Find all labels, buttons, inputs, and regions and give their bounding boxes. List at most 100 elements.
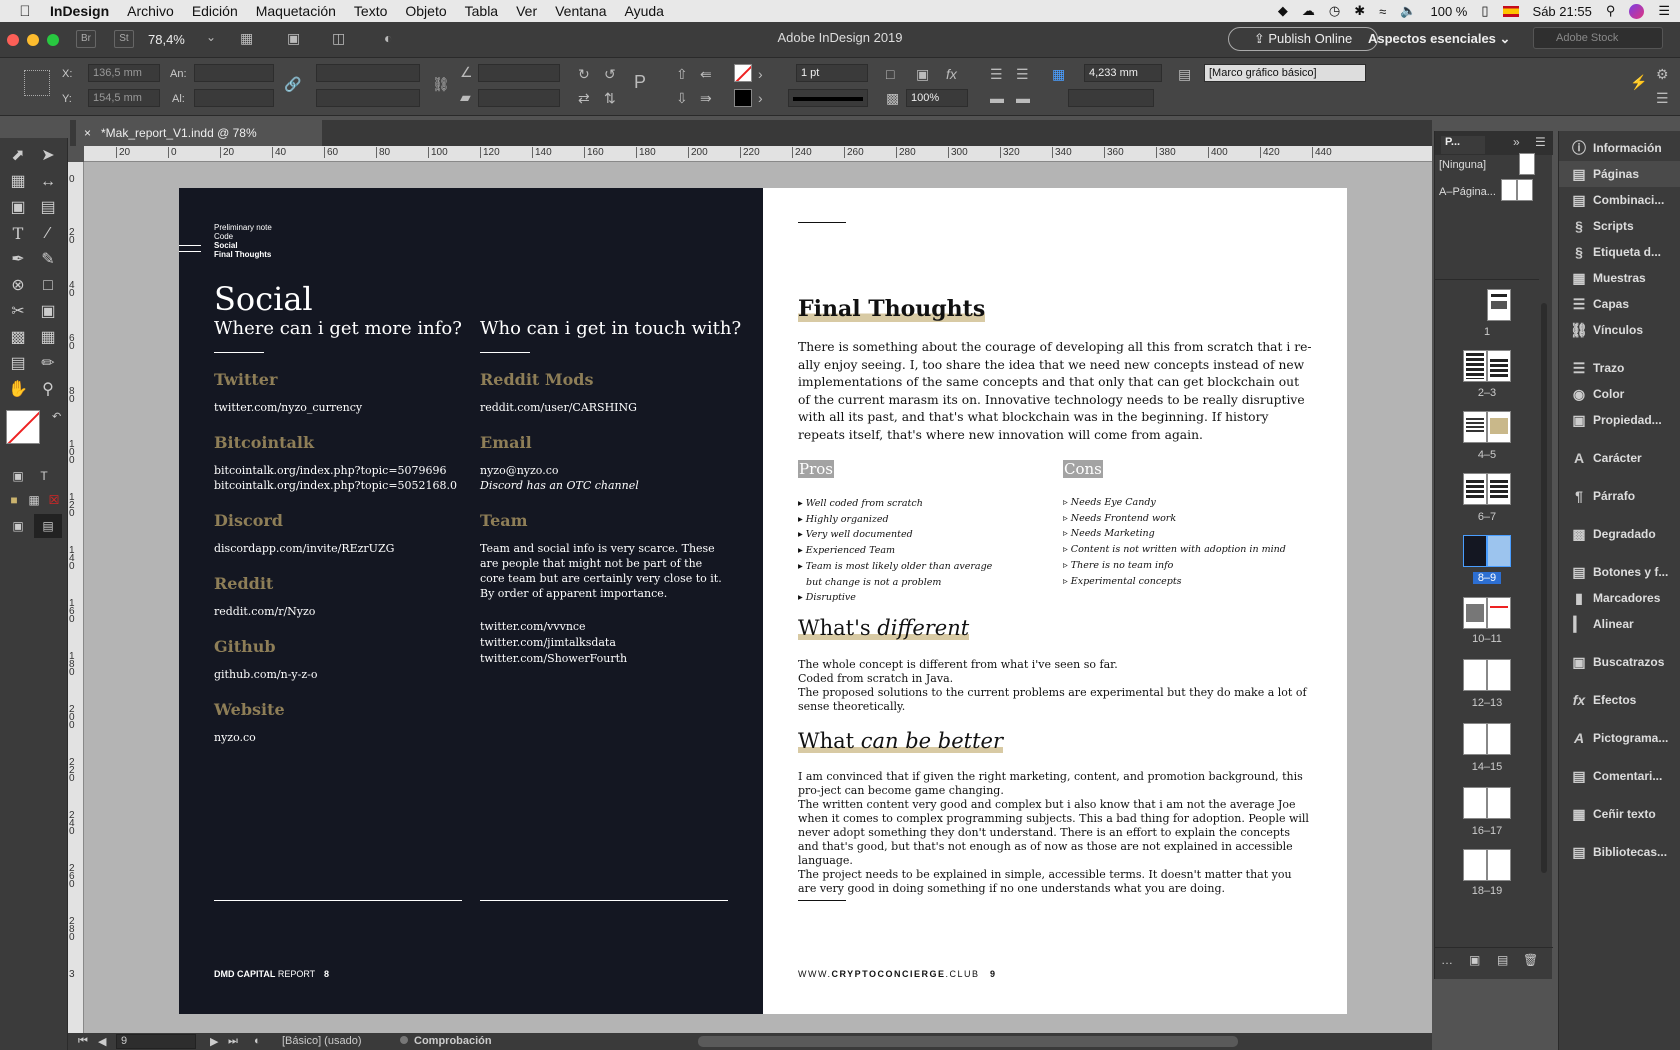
stroke-type-select[interactable] — [788, 89, 868, 107]
close-tab-icon[interactable]: × — [84, 126, 91, 140]
panel-effects[interactable]: fx Efectos — [1559, 687, 1680, 713]
spread-thumb-18-19-left[interactable] — [1463, 849, 1487, 881]
content-placer-icon[interactable]: ▤ — [34, 196, 62, 220]
rotate-cw-icon[interactable]: ↻ — [578, 66, 590, 83]
fill-swatch[interactable] — [734, 64, 752, 82]
panel-scripts[interactable]: § Scripts — [1559, 213, 1680, 239]
screen-mode-icon[interactable]: ▣ — [287, 30, 300, 47]
minimize-window-button[interactable] — [27, 34, 39, 46]
menu-archivo[interactable]: Archivo — [127, 3, 174, 19]
first-page-icon[interactable]: ⏮ — [78, 1035, 88, 1048]
pen-tool-icon[interactable]: ✒ — [4, 248, 32, 272]
zoom-window-button[interactable] — [47, 34, 59, 46]
horizontal-scrollbar[interactable] — [698, 1036, 1238, 1047]
panel-align[interactable]: ▎ Alinear — [1559, 611, 1680, 637]
panel-layers[interactable]: ☰ Capas — [1559, 291, 1680, 317]
previous-page-icon[interactable]: ◀ — [98, 1035, 106, 1048]
panel-comments[interactable]: ▤ Comentari... — [1559, 763, 1680, 789]
spread-thumb-2-3-right[interactable] — [1487, 350, 1511, 382]
note-tool-icon[interactable]: ▤ — [4, 352, 32, 376]
panel-stroke[interactable]: ☰ Trazo — [1559, 355, 1680, 381]
x-position-field[interactable]: 136,5 mm — [88, 64, 160, 82]
clock[interactable]: Sáb 21:55 — [1533, 4, 1592, 19]
spread-thumb-10-11-left[interactable] — [1463, 597, 1487, 629]
rectangle-tool-icon[interactable]: □ — [34, 274, 62, 298]
select-container-icon[interactable]: ⇧ — [676, 66, 688, 83]
page-tool-icon[interactable]: ▦ — [4, 170, 32, 194]
battery-icon[interactable]: ▯ — [1481, 3, 1488, 19]
stock-button[interactable]: St — [114, 30, 134, 48]
spread-thumb-10-11-right[interactable] — [1487, 597, 1511, 629]
vertical-ruler[interactable]: 0 20 40 60 80 100 120 140 160 180 200 220 240 260 280 3 — [68, 162, 84, 1033]
align-right-icon[interactable]: ☰ — [1016, 66, 1029, 83]
menu-maquetacion[interactable]: Maquetación — [256, 3, 336, 19]
document-tab[interactable]: ×*Mak_report_V1.indd @ 78% [Convertido] — [76, 120, 322, 166]
drop-shadow-icon[interactable]: ▣ — [916, 66, 929, 83]
battery-percent[interactable]: 100 % — [1431, 4, 1468, 19]
free-transform-tool-icon[interactable]: ▣ — [34, 300, 62, 324]
bridge-button[interactable]: Br — [76, 30, 96, 48]
master-status[interactable]: [Básico] (usado) — [282, 1035, 361, 1047]
panel-text-wrap[interactable]: ▦ Ceñir texto — [1559, 801, 1680, 827]
gradient-swatch-tool-icon[interactable]: ▩ — [4, 326, 32, 350]
type-tool-icon[interactable]: T — [4, 222, 32, 246]
formatting-text-icon[interactable]: T — [30, 464, 58, 488]
spread-thumb-12-13-left[interactable] — [1463, 659, 1487, 691]
rotate-icon[interactable]: ∠ — [460, 64, 473, 81]
menu-objeto[interactable]: Objeto — [405, 3, 446, 19]
flip-vertical-icon[interactable]: ⇅ — [604, 90, 616, 107]
spread-thumb-8-9-right[interactable] — [1487, 535, 1511, 567]
siri-icon[interactable] — [1629, 3, 1645, 19]
panel-libraries[interactable]: ▤ Bibliotecas... — [1559, 839, 1680, 865]
distribute-icon[interactable]: ▬ — [990, 90, 1004, 106]
zoom-level[interactable]: 78,4% — [148, 32, 185, 47]
distribute-spacing-icon[interactable]: ▬ — [1016, 90, 1030, 106]
spread-thumb-6-7-left[interactable] — [1463, 473, 1487, 505]
gap-field[interactable]: 4,233 mm — [1084, 64, 1162, 82]
auto-fit-icon[interactable]: ▦ — [1052, 66, 1065, 83]
volume-icon[interactable]: 🔈 — [1400, 3, 1416, 19]
chevron-right-icon[interactable]: › — [758, 66, 763, 82]
spread-thumb-6-7-right[interactable] — [1487, 473, 1511, 505]
spread-thumb-14-15-left[interactable] — [1463, 723, 1487, 755]
stroke-weight-field[interactable]: 1 pt — [796, 64, 868, 82]
panel-pathfinder[interactable]: ▣ Buscatrazos — [1559, 649, 1680, 675]
object-style-select[interactable]: [Marco gráfico básico] — [1204, 64, 1366, 82]
spotlight-icon[interactable]: ⚲ — [1606, 3, 1616, 19]
scissors-tool-icon[interactable]: ✂ — [4, 300, 32, 324]
gpu-performance-icon[interactable]: ◐ — [384, 30, 392, 46]
menu-ayuda[interactable]: Ayuda — [625, 3, 664, 19]
menu-ver[interactable]: Ver — [516, 3, 537, 19]
pages-tab[interactable]: P... — [1441, 136, 1485, 154]
shear-field[interactable] — [478, 89, 560, 107]
none-master-thumb[interactable] — [1519, 153, 1535, 175]
spacing-select[interactable] — [1068, 89, 1154, 107]
bluetooth-icon[interactable]: ✱ — [1354, 3, 1365, 19]
select-content-icon[interactable]: ⇩ — [676, 90, 688, 107]
dropbox-icon[interactable]: ◆ — [1278, 3, 1288, 19]
arrange-documents-icon[interactable]: ◫ — [332, 30, 345, 47]
flip-horizontal-icon[interactable]: ⇄ — [578, 90, 590, 107]
panel-properties[interactable]: ▣ Propiedad... — [1559, 407, 1680, 433]
select-next-icon[interactable]: ⇛ — [700, 90, 712, 107]
hand-tool-icon[interactable]: ✋ — [4, 378, 32, 402]
normal-view-icon[interactable]: ▣ — [4, 514, 32, 538]
panel-buttons-forms[interactable]: ▤ Botones y f... — [1559, 559, 1680, 585]
expand-panel-icon[interactable]: » — [1513, 135, 1520, 149]
next-page-icon[interactable]: ▶ — [210, 1035, 218, 1048]
panel-links[interactable]: ⛓ Vínculos — [1559, 317, 1680, 343]
panel-character[interactable]: A Carácter — [1559, 445, 1680, 471]
adobe-stock-search-input[interactable]: Adobe Stock — [1533, 27, 1663, 49]
preflight-menu[interactable]: Comprobación — [414, 1035, 492, 1047]
flip-p-icon[interactable]: P — [634, 72, 646, 93]
spread-thumb-14-15-right[interactable] — [1487, 723, 1511, 755]
spread-thumb-12-13-right[interactable] — [1487, 659, 1511, 691]
opacity-icon[interactable]: ▩ — [886, 90, 899, 107]
panel-script-label[interactable]: § Etiqueta d... — [1559, 239, 1680, 265]
frame-fitting-icon[interactable]: □ — [886, 66, 894, 82]
rectangle-frame-tool-icon[interactable]: ⊗ — [4, 274, 32, 298]
spread-thumb-8-9-left[interactable] — [1463, 535, 1487, 567]
spread-thumb-16-17-left[interactable] — [1463, 787, 1487, 819]
page-number-field[interactable]: 9 — [116, 1034, 196, 1049]
panel-gradient[interactable]: ▩ Degradado — [1559, 521, 1680, 547]
